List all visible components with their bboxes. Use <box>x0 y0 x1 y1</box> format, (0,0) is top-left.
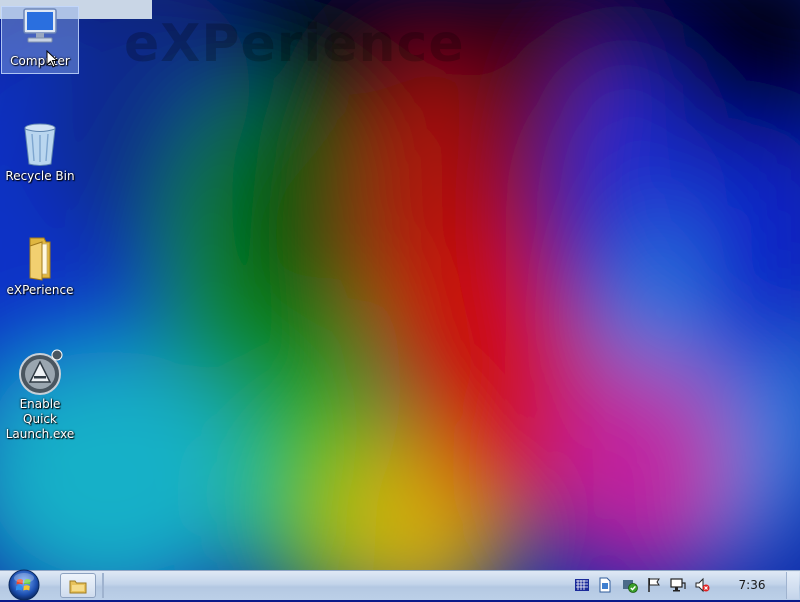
explorer-folder-icon <box>69 580 87 594</box>
mouse-cursor-icon <box>46 50 58 68</box>
taskbar-clock[interactable]: 7:36 <box>730 578 774 592</box>
desktop-icon-experience-folder[interactable]: eXPerience <box>1 234 79 298</box>
show-desktop-button[interactable] <box>786 572 799 599</box>
wallpaper <box>0 0 800 570</box>
desktop-icon-label: Enable Quick Launch.exe <box>5 397 75 441</box>
security-shield-icon[interactable] <box>622 577 638 593</box>
desktop-icon-recycle-bin[interactable]: Recycle Bin <box>1 120 79 184</box>
desktop-icon-label: Recycle Bin <box>5 169 75 183</box>
wallpaper-watermark: eXPerience <box>124 14 465 74</box>
desktop[interactable]: eXPerience Computer Recycle Bin eXPerien… <box>0 0 800 570</box>
windows-orb-icon[interactable] <box>6 568 42 602</box>
taskbar: 7:36 <box>0 568 800 602</box>
language-flag-icon[interactable] <box>574 577 590 593</box>
taskbar-separator <box>102 573 104 598</box>
aimp-app-icon <box>19 349 63 395</box>
desktop-icon-enable-quick-launch[interactable]: Enable Quick Launch.exe <box>1 348 79 442</box>
folder-icon <box>29 237 51 281</box>
network-icon[interactable] <box>670 577 686 593</box>
volume-muted-icon[interactable] <box>694 577 710 593</box>
recycle-bin-icon <box>24 123 56 166</box>
taskbar-explorer-button[interactable] <box>60 573 96 598</box>
computer-icon <box>23 8 57 43</box>
desktop-icon-computer[interactable]: Computer <box>1 6 79 74</box>
document-icon[interactable] <box>597 577 613 593</box>
system-tray <box>570 571 720 600</box>
desktop-icon-label: eXPerience <box>6 283 74 297</box>
action-center-flag-icon[interactable] <box>646 577 662 593</box>
desktop-icon-label: Computer <box>10 54 70 68</box>
